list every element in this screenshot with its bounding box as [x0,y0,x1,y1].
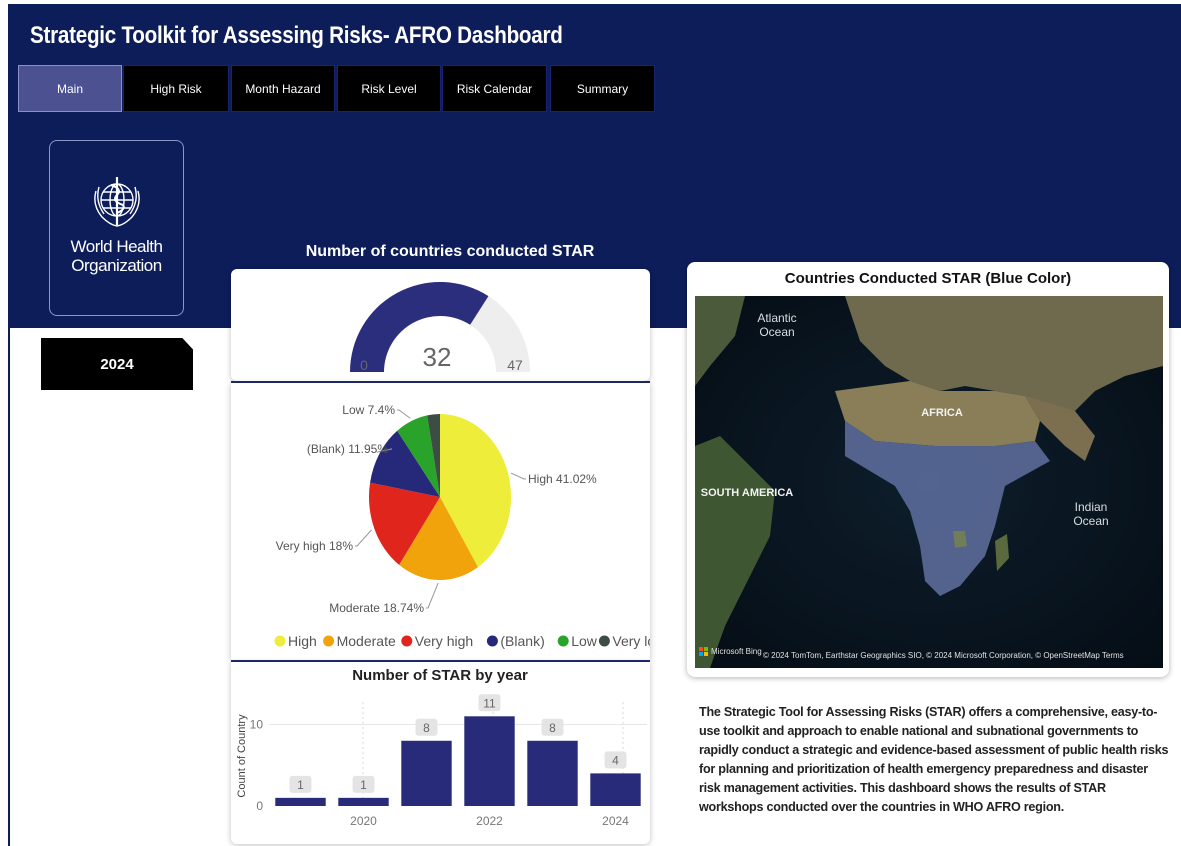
pie-data-label: Moderate 18.74% [329,601,424,615]
gauge-value-label: 32 [423,342,452,372]
bar-2023[interactable] [527,740,578,806]
map-attribution: Microsoft Bing [711,647,762,656]
bar-x-tick: 2020 [350,814,377,828]
bar-data-label: 11 [483,696,496,710]
gauge-title: Number of countries conducted STAR [305,243,595,260]
risk-level-pie-chart: High 41.02% Moderate 18.74% Very high 18% (… [274,403,666,649]
bar-data-label: 1 [297,778,304,792]
legend-marker [401,635,413,647]
tab-risk-calendar[interactable]: Risk Calendar [442,65,547,112]
bar-x-tick: 2024 [602,814,629,828]
legend-item-label[interactable]: Very high [415,633,473,649]
map-label-indian-ocean: Ocean [1073,514,1108,528]
who-logo-card: World Health Organization [49,140,184,316]
who-name-line2: Organization [71,256,162,275]
pie-data-label: Low 7.4% [342,403,395,417]
bar-data-label: 8 [423,721,430,735]
map-label-south-america: SOUTH AMERICA [701,487,794,499]
star-by-year-bar-chart: Number of STAR by year Count of Country … [236,667,647,828]
legend-item-label[interactable]: Low [571,633,598,649]
gauge-chart: 0 32 47 [350,282,530,373]
bing-logo-icon [699,647,703,651]
map-card: Countries Conducted STAR (Blue Color) At… [687,262,1169,677]
bar-2022[interactable] [464,716,515,806]
legend-marker [323,635,335,647]
legend-item-label[interactable]: (Blank) [500,633,544,649]
map-label-atlantic-ocean: Ocean [759,325,794,339]
map-canvas[interactable]: Atlantic Ocean AFRICA SOUTH AMERICA Indi… [695,296,1163,668]
bar-2019[interactable] [275,797,326,806]
legend-item-label[interactable]: High [288,633,317,649]
africa-map[interactable]: Atlantic Ocean AFRICA SOUTH AMERICA Indi… [695,296,1163,668]
pie-data-label: Very high 18% [276,539,354,553]
bar-2020[interactable] [338,797,389,806]
gauge-fill-arc [350,282,489,372]
gauge-max-label: 47 [507,357,523,373]
bar-data-label: 1 [360,778,367,792]
pie-leader-line [355,529,372,547]
pie-leader-line [426,582,439,609]
pie-data-label: High 41.02% [528,472,597,486]
who-emblem-icon [93,177,140,227]
bar-data-label: 4 [612,753,619,767]
legend-item-label[interactable]: Very low [612,633,666,649]
bar-2024[interactable] [590,773,641,806]
legend-marker [486,635,498,647]
bar-y-tick: 0 [256,799,263,813]
map-label-indian: Indian [1075,500,1108,514]
who-name-line1: World Health [70,237,163,256]
legend-marker [557,635,569,647]
tab-month-hazard[interactable]: Month Hazard [231,65,335,112]
pie-leader-line [397,409,411,419]
legend-item-label[interactable]: Moderate [337,633,396,649]
bar-x-tick: 2022 [476,814,503,828]
bar-data-label: 8 [549,721,556,735]
page-title: Strategic Toolkit for Assessing Risks- A… [30,22,563,49]
legend-marker [598,635,610,647]
map-label-atlantic: Atlantic [757,311,796,325]
tab-high-risk[interactable]: High Risk [123,65,229,112]
map-title: Countries Conducted STAR (Blue Color) [784,270,1072,287]
left-border [8,328,10,846]
map-copyright[interactable]: © 2024 TomTom, Earthstar Geographics SIO… [763,651,1124,660]
bar-2021[interactable] [401,740,452,806]
gauge-card: 0 32 47 [231,269,650,381]
pie-data-label: (Blank) 11.95% [307,442,388,456]
legend-marker [274,635,286,647]
pie-card: High 41.02% Moderate 18.74% Very high 18% (… [231,383,666,660]
bar-chart-title: Number of STAR by year [352,667,528,684]
pie-leader-line [510,472,526,480]
map-label-africa: AFRICA [921,407,963,419]
gauge-min-label: 0 [360,357,368,373]
tab-main[interactable]: Main [18,65,122,112]
land-southern-africa [953,531,967,548]
year-filter-button[interactable]: 2024 [41,338,193,390]
bar-y-axis-label: Count of Country [236,714,248,798]
tab-risk-level[interactable]: Risk Level [337,65,441,112]
dashboard-description: The Strategic Tool for Assessing Risks (… [699,705,1169,814]
tab-summary[interactable]: Summary [550,65,655,112]
bar-card: Number of STAR by year Count of Country … [231,662,650,844]
bar-y-tick: 10 [250,717,264,731]
